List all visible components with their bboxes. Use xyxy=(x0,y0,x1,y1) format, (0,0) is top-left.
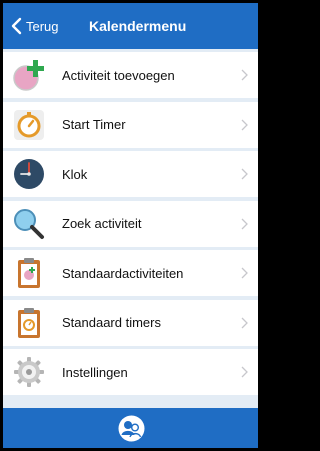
standard-activities-icon xyxy=(18,258,40,288)
chevron-right-icon xyxy=(241,119,248,130)
chevron-right-icon xyxy=(241,317,248,328)
chevron-right-icon xyxy=(241,366,248,378)
standard-timers-icon xyxy=(18,307,40,338)
chevron-left-icon xyxy=(11,17,22,35)
menu-item-label: Activiteit toevoegen xyxy=(62,67,175,83)
menu-item-standaard-timers[interactable]: Standaard timers xyxy=(3,299,258,346)
menu-item-label: Standaardactiviteiten xyxy=(62,265,184,281)
menu-item-label: Klok xyxy=(62,166,88,182)
chevron-right-icon xyxy=(241,168,248,180)
menu-list: Activiteit toevoegen Start Timer Klok Zo… xyxy=(3,52,258,399)
clock-icon xyxy=(14,159,44,189)
menu-item-instellingen[interactable]: Instellingen xyxy=(3,349,258,395)
menu-item-label: Start Timer xyxy=(62,117,126,132)
back-button-label: Terug xyxy=(26,18,59,34)
navigation-bar: Terug Kalendermenu xyxy=(3,3,258,49)
users-icon[interactable] xyxy=(118,415,145,442)
menu-item-zoek-activiteit[interactable]: Zoek activiteit xyxy=(3,200,258,247)
menu-item-standaardactiviteiten[interactable]: Standaardactiviteiten xyxy=(3,250,258,296)
app-frame: Terug Kalendermenu Activiteit toevoegen xyxy=(3,3,258,448)
add-activity-icon xyxy=(13,60,44,91)
chevron-right-icon xyxy=(241,69,248,81)
menu-item-label: Zoek activiteit xyxy=(62,216,142,231)
page-title: Kalendermenu xyxy=(89,18,187,34)
menu-item-activiteit-toevoegen[interactable]: Activiteit toevoegen xyxy=(3,52,258,98)
bottom-toolbar xyxy=(3,408,258,448)
settings-gear-icon xyxy=(14,357,44,387)
chevron-right-icon xyxy=(241,218,248,229)
back-button[interactable]: Terug xyxy=(10,3,59,49)
chevron-right-icon xyxy=(241,267,248,279)
timer-icon xyxy=(14,109,44,140)
menu-item-start-timer[interactable]: Start Timer xyxy=(3,101,258,148)
menu-item-label: Instellingen xyxy=(62,364,128,380)
menu-item-klok[interactable]: Klok xyxy=(3,151,258,197)
search-icon xyxy=(14,208,44,239)
menu-item-label: Standaard timers xyxy=(62,315,161,330)
